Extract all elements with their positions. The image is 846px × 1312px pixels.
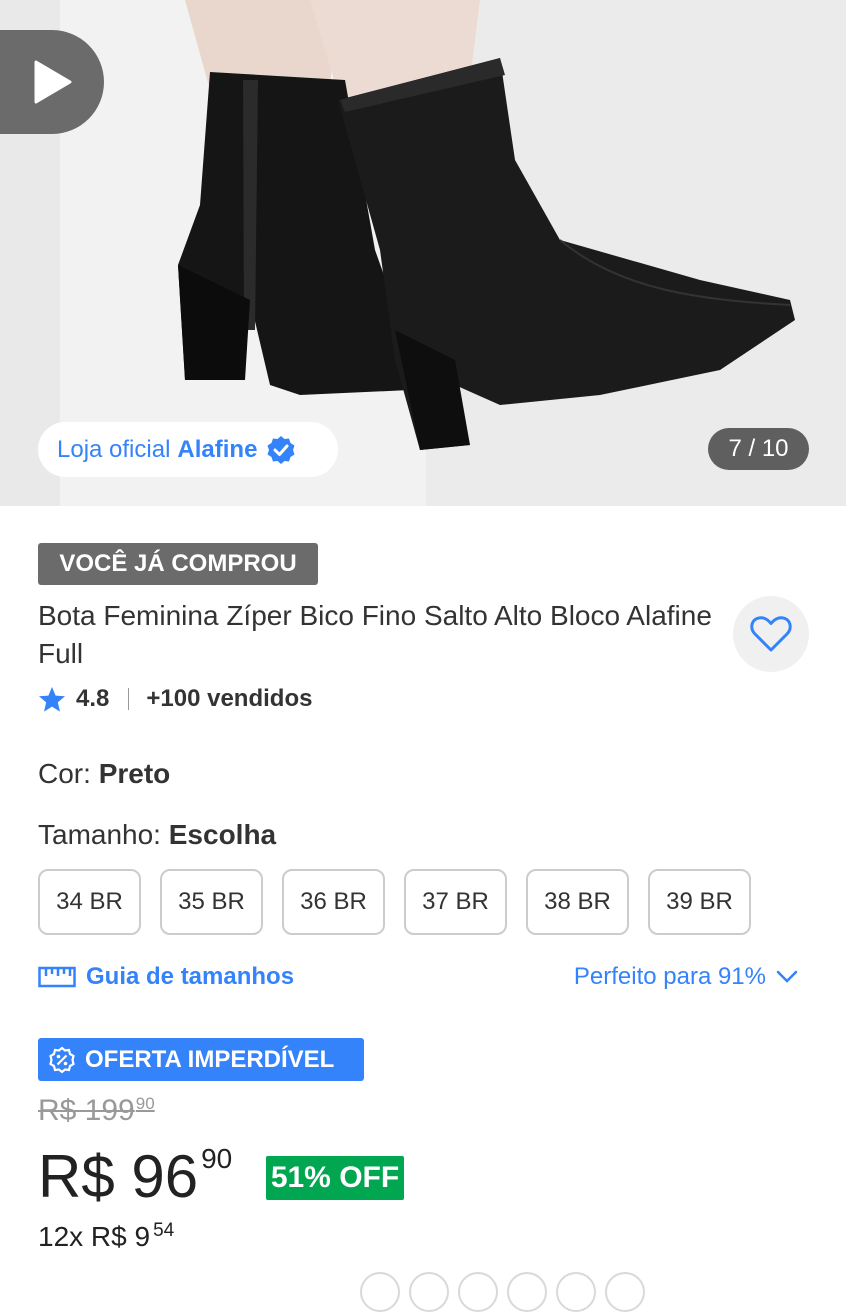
payment-icon (458, 1272, 498, 1312)
installments-info: 12x R$ 9 54 (38, 1220, 174, 1253)
star-icon (39, 686, 65, 712)
size-option-39[interactable]: 39 BR (648, 869, 751, 935)
chevron-down-icon (776, 970, 798, 984)
current-price: R$ 96 90 (38, 1142, 232, 1212)
sold-count: +100 vendidos (146, 685, 313, 712)
size-option-36[interactable]: 36 BR (282, 869, 385, 935)
favorite-button[interactable] (733, 596, 809, 672)
product-image-gallery[interactable]: Loja oficial Alafine 7 / 10 (0, 0, 846, 506)
size-option-34[interactable]: 34 BR (38, 869, 141, 935)
payment-icon (507, 1272, 547, 1312)
discount-tag-icon (48, 1046, 76, 1074)
discount-badge: 51% OFF (266, 1156, 404, 1200)
heart-icon (750, 616, 792, 652)
ruler-icon (38, 966, 76, 988)
image-counter: 7 / 10 (708, 428, 809, 470)
rating-summary[interactable]: 4.8 +100 vendidos (38, 682, 312, 716)
fit-info-toggle[interactable]: Perfeito para 91% (574, 960, 798, 994)
official-store-badge[interactable]: Loja oficial Alafine (38, 422, 338, 477)
already-purchased-badge: VOCÊ JÁ COMPROU (38, 543, 318, 585)
size-value: Escolha (168, 819, 277, 850)
deal-badge-label: OFERTA IMPERDÍVEL (85, 1045, 335, 1073)
size-guide-link[interactable]: Guia de tamanhos (38, 960, 294, 994)
payment-icon (605, 1272, 645, 1312)
original-price-value: R$ 199 (38, 1094, 135, 1127)
installments-value: 12x R$ 9 (38, 1221, 151, 1252)
current-price-value: R$ 96 (38, 1143, 199, 1210)
rating-score: 4.8 (76, 685, 110, 712)
payment-icon (556, 1272, 596, 1312)
play-icon (34, 60, 72, 104)
verified-badge-icon (266, 435, 296, 465)
installments-cents: 54 (153, 1220, 175, 1241)
size-option-35[interactable]: 35 BR (160, 869, 263, 935)
color-value: Preto (98, 758, 171, 789)
deal-badge: OFERTA IMPERDÍVEL (38, 1038, 364, 1081)
size-label: Tamanho: (38, 819, 169, 850)
payment-icon (409, 1272, 449, 1312)
size-option-37[interactable]: 37 BR (404, 869, 507, 935)
size-options: 34 BR 35 BR 36 BR 37 BR 38 BR 39 BR (38, 869, 770, 935)
store-name: Alafine (177, 435, 258, 463)
official-store-label: Loja oficial (57, 435, 171, 463)
size-option-38[interactable]: 38 BR (526, 869, 629, 935)
original-price-cents: 90 (135, 1094, 155, 1113)
payment-icon (360, 1272, 400, 1312)
payment-method-icons (360, 1272, 654, 1312)
fit-info-label: Perfeito para 91% (573, 963, 766, 990)
play-video-button[interactable] (0, 30, 104, 134)
product-title: Bota Feminina Zíper Bico Fino Salto Alto… (38, 600, 712, 669)
original-price: R$ 19990 (38, 1094, 155, 1128)
size-selection: Tamanho: Escolha (38, 819, 276, 851)
size-guide-label: Guia de tamanhos (86, 963, 295, 990)
color-label: Cor: (38, 758, 99, 789)
rating-divider (128, 688, 130, 710)
current-price-cents: 90 (201, 1143, 233, 1174)
color-selection: Cor: Preto (38, 758, 170, 790)
